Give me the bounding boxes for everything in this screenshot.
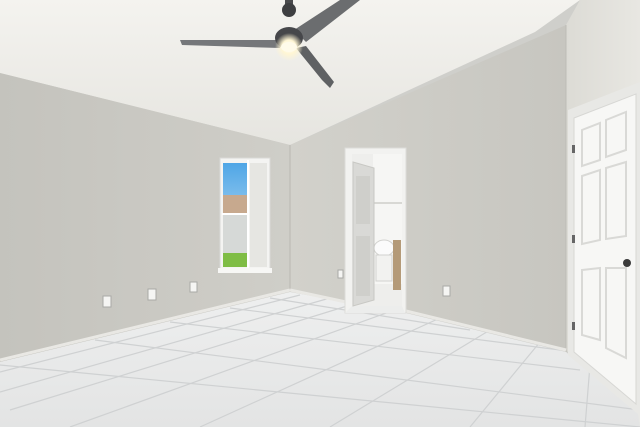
door-knob-icon	[623, 259, 631, 267]
outlet-icon	[337, 269, 344, 279]
window	[218, 157, 272, 273]
bathroom-doorway	[344, 147, 407, 314]
outlet-icon	[147, 288, 157, 301]
outlet-icon	[442, 285, 451, 297]
outlet-icon	[189, 281, 198, 293]
outlet-icon	[102, 295, 112, 308]
room-photo	[0, 0, 640, 427]
